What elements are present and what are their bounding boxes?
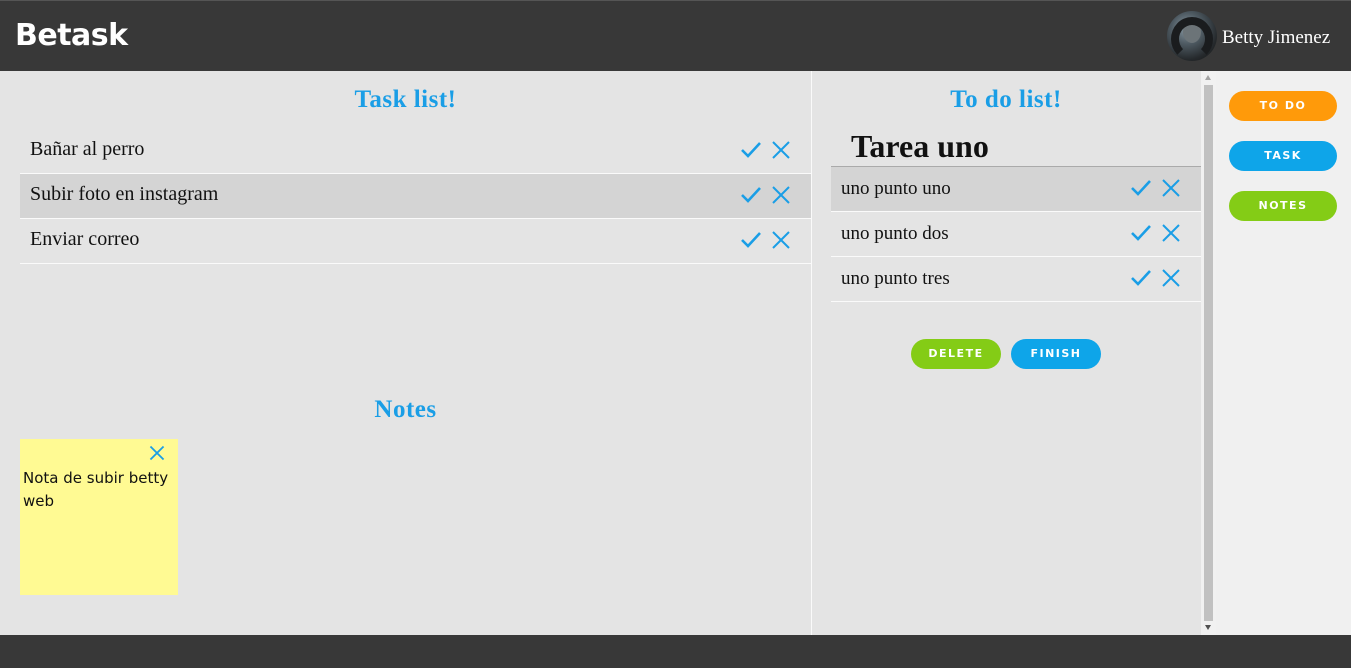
task-row: Enviar correo: [20, 219, 811, 264]
scroll-down-icon[interactable]: [1205, 625, 1211, 630]
note-text: Nota de subir betty web: [23, 469, 169, 510]
scroll-thumb[interactable]: [1204, 85, 1213, 621]
app-logo[interactable]: Betask: [15, 18, 128, 53]
check-icon[interactable]: [1130, 267, 1152, 289]
check-icon[interactable]: [740, 184, 762, 206]
username[interactable]: Betty Jimenez: [1222, 27, 1330, 49]
task-label: Enviar correo: [30, 228, 140, 250]
todo-item-label: uno punto tres: [841, 268, 950, 289]
check-icon[interactable]: [1130, 222, 1152, 244]
close-icon[interactable]: [148, 444, 166, 462]
todo-item: uno punto tres: [831, 257, 1201, 302]
close-icon[interactable]: [1160, 267, 1182, 289]
scroll-up-icon[interactable]: [1205, 75, 1211, 80]
task-label: Bañar al perro: [30, 138, 145, 160]
notes-title: Notes: [374, 396, 437, 423]
close-icon[interactable]: [1160, 222, 1182, 244]
todo-scrollbar[interactable]: [1201, 71, 1216, 635]
footer: [0, 635, 1351, 668]
task-list-title: Task list!: [354, 86, 457, 113]
finish-button[interactable]: FINISH: [1011, 339, 1101, 369]
todo-item-label: uno punto uno: [841, 178, 951, 199]
check-icon[interactable]: [1130, 177, 1152, 199]
sticky-note[interactable]: Nota de subir betty web: [20, 439, 178, 595]
avatar-hair: [1171, 17, 1213, 61]
top-bar: Betask Betty Jimenez: [0, 0, 1351, 71]
task-row: Bañar al perro: [20, 129, 811, 174]
close-icon[interactable]: [1160, 177, 1182, 199]
close-icon[interactable]: [770, 139, 792, 161]
todo-list-title: To do list!: [950, 86, 1062, 113]
check-icon[interactable]: [740, 139, 762, 161]
todo-item: uno punto uno: [831, 167, 1201, 212]
close-icon[interactable]: [770, 184, 792, 206]
check-icon[interactable]: [740, 229, 762, 251]
task-row: Subir foto en instagram: [20, 174, 811, 219]
task-nav-button[interactable]: TASK: [1229, 141, 1337, 171]
avatar[interactable]: [1167, 11, 1217, 61]
notes-nav-button[interactable]: NOTES: [1229, 191, 1337, 221]
close-icon[interactable]: [770, 229, 792, 251]
todo-item: uno punto dos: [831, 212, 1201, 257]
todo-heading: Tarea uno: [851, 128, 989, 164]
task-label: Subir foto en instagram: [30, 183, 219, 205]
delete-button[interactable]: DELETE: [911, 339, 1001, 369]
todo-nav-button[interactable]: TO DO: [1229, 91, 1337, 121]
todo-item-label: uno punto dos: [841, 223, 949, 244]
